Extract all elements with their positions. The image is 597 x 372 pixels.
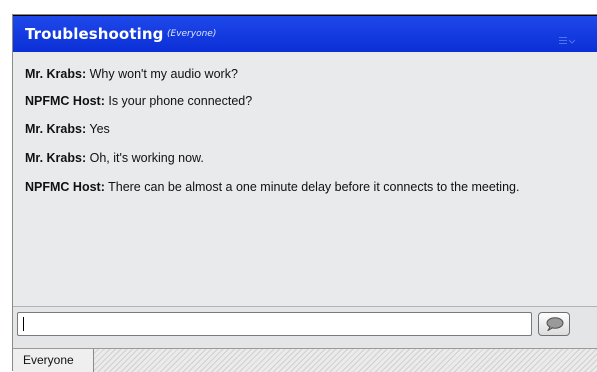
menu-list-icon[interactable] xyxy=(559,30,576,44)
message-text: Why won't my audio work? xyxy=(89,67,238,81)
audience-label: (Everyone) xyxy=(167,29,217,39)
message-text: Is your phone connected? xyxy=(108,94,253,108)
message-text: There can be almost a one minute delay b… xyxy=(108,180,520,194)
pod-title-bar[interactable]: Troubleshooting (Everyone) xyxy=(13,15,597,52)
message-sender: NPFMC Host: xyxy=(25,180,105,194)
message-sender: Mr. Krabs: xyxy=(25,151,87,165)
chat-message: Mr. Krabs: Why won't my audio work? xyxy=(25,66,557,82)
chat-message: NPFMC Host: Is your phone connected? xyxy=(25,93,557,109)
send-message-button[interactable] xyxy=(538,312,570,336)
message-sender: NPFMC Host: xyxy=(25,94,105,108)
chat-message: Mr. Krabs: Oh, it's working now. xyxy=(25,150,557,166)
chat-tab-bar: Everyone xyxy=(13,348,597,372)
message-sender: Mr. Krabs: xyxy=(25,67,87,81)
speech-bubble-icon xyxy=(546,317,564,331)
message-text: Oh, it's working now. xyxy=(89,151,204,165)
message-sender: Mr. Krabs: xyxy=(25,122,87,136)
chat-pod: Troubleshooting (Everyone) Mr. Krabs: Wh… xyxy=(12,14,597,372)
chat-message: Mr. Krabs: Yes xyxy=(25,121,557,137)
text-caret xyxy=(23,317,24,331)
chat-messages: Mr. Krabs: Why won't my audio work? NPFM… xyxy=(13,52,597,306)
chat-message-input[interactable] xyxy=(17,312,532,336)
tab-everyone[interactable]: Everyone xyxy=(13,349,94,372)
pod-title: Troubleshooting xyxy=(25,25,164,43)
message-text: Yes xyxy=(89,122,110,136)
chat-message: NPFMC Host: There can be almost a one mi… xyxy=(25,179,557,195)
chat-input-area xyxy=(13,307,597,349)
